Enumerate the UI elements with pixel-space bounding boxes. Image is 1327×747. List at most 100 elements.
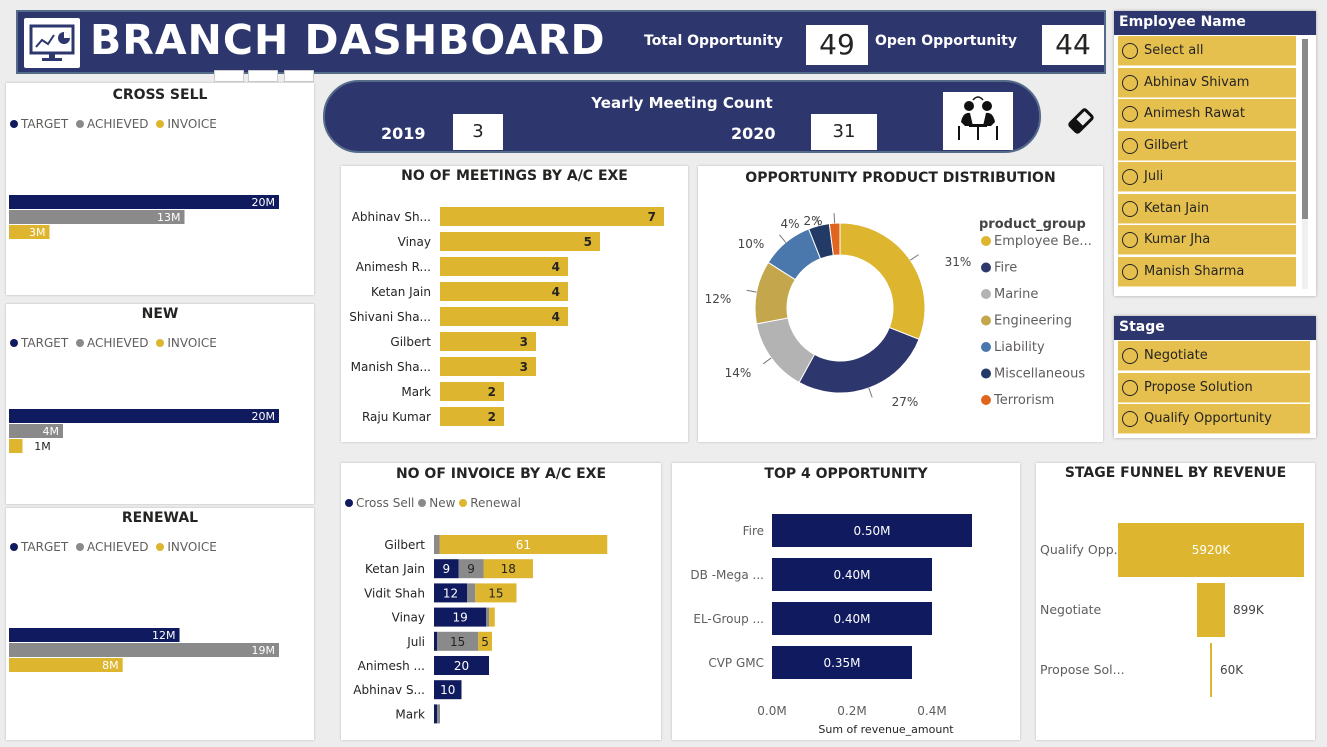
x-tick-label: 0.2M — [837, 704, 866, 718]
radio-icon[interactable] — [1122, 43, 1138, 59]
radio-icon[interactable] — [1122, 379, 1138, 396]
dashboard-header: BRANCH DASHBOARD Total Opportunity 49 Op… — [16, 10, 1106, 74]
category-label: EL-Group ... — [693, 612, 764, 626]
employee-option[interactable]: Abhinav Shivam — [1118, 67, 1296, 98]
open-opportunity-label: Open Opportunity — [875, 33, 1017, 49]
legend-title: product_group — [979, 217, 1086, 232]
employee-option[interactable]: Select all — [1118, 36, 1296, 66]
option-label: Gilbert — [1144, 137, 1188, 153]
employee-option[interactable]: Animesh Rawat — [1118, 99, 1296, 129]
stack-segment[interactable] — [434, 535, 440, 554]
category-label: Fire — [743, 524, 764, 538]
bar-label: 3 — [520, 360, 528, 374]
slicer-title: Employee Name — [1114, 11, 1316, 35]
meeting-bar[interactable] — [440, 307, 568, 326]
visual-toolbar-more-icon[interactable] — [284, 70, 314, 82]
meeting-bar[interactable] — [440, 257, 568, 276]
bar-label: 7 — [648, 210, 656, 224]
employee-option[interactable]: Kumar Jha — [1118, 225, 1296, 255]
category-label: CVP GMC — [708, 656, 764, 670]
category-label: Abhinav S... — [353, 683, 425, 697]
legend-item[interactable]: Fire — [994, 261, 1017, 276]
bar-label: 19M — [252, 644, 276, 657]
slicer-title: Stage — [1114, 316, 1316, 340]
category-label: Shivani Sha... — [349, 310, 431, 324]
employee-option[interactable]: Gilbert — [1118, 130, 1296, 161]
meeting-people-icon — [943, 92, 1013, 150]
bar-invoice[interactable] — [9, 439, 23, 453]
eraser-icon[interactable] — [1066, 106, 1096, 136]
bar-target[interactable] — [9, 409, 279, 423]
meeting-bar[interactable] — [440, 232, 600, 251]
radio-icon[interactable] — [1122, 169, 1138, 185]
category-label: Vidit Shah — [364, 586, 425, 600]
meeting-bar[interactable] — [440, 282, 568, 301]
funnel-chart-card: STAGE FUNNEL BY REVENUE Qualify Opp... 59… — [1036, 463, 1315, 740]
option-label: Propose Solution — [1144, 379, 1253, 395]
slice-label: 2% — [803, 214, 822, 228]
radio-icon[interactable] — [1122, 137, 1138, 154]
legend-item[interactable]: Terrorism — [993, 393, 1054, 408]
segment-label: 18 — [501, 562, 516, 576]
employee-option[interactable]: Juli — [1118, 162, 1296, 192]
legend-swatch — [981, 395, 991, 405]
year-2020-label: 2020 — [731, 124, 776, 143]
radio-icon[interactable] — [1122, 348, 1138, 364]
category-label: Manish Sha... — [351, 360, 431, 374]
radio-icon[interactable] — [1122, 232, 1138, 248]
segment-label: 9 — [467, 562, 475, 576]
category-label: Juli — [406, 635, 425, 649]
radio-icon[interactable] — [1122, 74, 1138, 91]
year-2020-count: 31 — [811, 114, 877, 150]
donut-slice[interactable] — [839, 222, 926, 340]
slicer-scrollbar[interactable] — [1302, 39, 1308, 289]
cross-sell-card: CROSS SELL TARGET ACHIEVED INVOICE 20M 13… — [6, 83, 314, 295]
stage-label: Qualify Opp... — [1040, 542, 1126, 557]
bar-label: 3 — [520, 335, 528, 349]
legend-item[interactable]: Engineering — [994, 314, 1072, 329]
bar-label: 0.40M — [833, 568, 870, 582]
category-label: Animesh ... — [358, 659, 425, 673]
legend-item[interactable]: Marine — [994, 287, 1038, 302]
category-label: Animesh R... — [356, 260, 431, 274]
meeting-bar[interactable] — [440, 207, 664, 226]
slice-label: 12% — [705, 292, 732, 306]
legend-item[interactable]: Employee Be... — [994, 234, 1092, 249]
radio-icon[interactable] — [1122, 411, 1138, 427]
option-label: Ketan Jain — [1144, 200, 1209, 216]
category-label: Ketan Jain — [365, 562, 425, 576]
radio-icon[interactable] — [1122, 106, 1138, 122]
category-label: Gilbert — [390, 335, 431, 349]
stage-option[interactable]: Qualify Opportunity — [1118, 404, 1310, 434]
stage-option[interactable]: Propose Solution — [1118, 372, 1310, 403]
visual-toolbar-focus-icon[interactable] — [248, 70, 278, 82]
bar-target[interactable] — [9, 195, 279, 209]
option-label: Negotiate — [1144, 348, 1208, 363]
bar-achieved[interactable] — [9, 643, 279, 657]
stage-label: Propose Sol... — [1040, 662, 1125, 677]
employee-option[interactable]: Ketan Jain — [1118, 193, 1296, 224]
year-2019-label: 2019 — [381, 124, 426, 143]
stack-segment[interactable] — [467, 583, 476, 603]
stack-segment[interactable] — [437, 704, 440, 724]
legend-item[interactable]: Liability — [994, 340, 1045, 355]
donut-slice[interactable] — [798, 326, 920, 394]
option-label: Kumar Jha — [1144, 232, 1211, 247]
renewal-card: RENEWAL TARGET ACHIEVED INVOICE 12M 19M 8M — [6, 508, 314, 740]
employee-option[interactable]: Manish Sharma — [1118, 256, 1296, 287]
stack-segment[interactable] — [486, 607, 490, 627]
new-card: NEW TARGET ACHIEVED INVOICE 20M 4M 1M — [6, 304, 314, 504]
new-bars: 20M 4M 1M — [9, 409, 279, 453]
stack-segment[interactable] — [489, 607, 495, 627]
meetings-bar-chart: Abhinav Sh... 7 Vinay 5 Animesh R... 4 Ketan J… — [349, 207, 664, 426]
stack-segment[interactable] — [434, 631, 437, 651]
radio-icon[interactable] — [1122, 263, 1138, 280]
stack-segment[interactable] — [434, 704, 437, 724]
funnel-bar[interactable] — [1197, 583, 1225, 637]
legend-item[interactable]: Miscellaneous — [994, 367, 1085, 382]
scrollbar-thumb[interactable] — [1302, 39, 1308, 219]
radio-icon[interactable] — [1122, 200, 1138, 217]
funnel-bar[interactable] — [1210, 643, 1212, 697]
stage-option[interactable]: Negotiate — [1118, 341, 1310, 371]
visual-toolbar-filter-icon[interactable] — [214, 70, 244, 82]
